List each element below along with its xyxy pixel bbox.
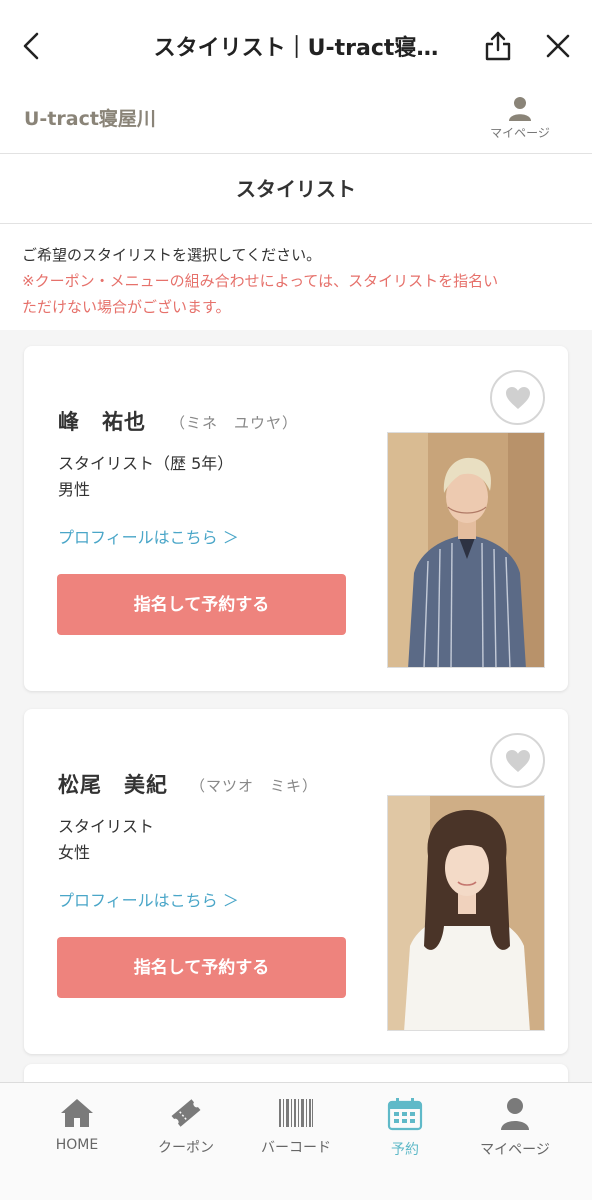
tab-label: クーポン — [158, 1140, 214, 1156]
stylist-card: 峰 祐也 （ミネ ユウヤ） スタイリスト（歴 5年） 男性 プロフィールはこちら… — [24, 346, 568, 691]
stylist-gender: 女性 — [58, 843, 91, 862]
mypage-label: マイページ — [490, 126, 550, 140]
top-nav-bar: スタイリスト｜U-tract寝… — [0, 0, 592, 92]
intro-notice-line2: ただけない場合がございます。 — [22, 298, 231, 316]
close-button[interactable] — [540, 28, 576, 64]
stylist-kana: （ミネ ユウヤ） — [170, 414, 299, 432]
chevron-left-icon — [23, 32, 39, 60]
calendar-icon — [387, 1098, 423, 1131]
stylist-photo[interactable] — [387, 795, 545, 1031]
salon-name[interactable]: U-tract寝屋川 — [24, 104, 156, 131]
heart-icon — [506, 750, 530, 772]
person-icon — [501, 1098, 529, 1130]
mypage-link[interactable]: マイページ — [478, 96, 562, 141]
home-icon — [61, 1099, 93, 1127]
stylist-kana: （マツオ ミキ） — [190, 777, 319, 795]
reserve-button[interactable]: 指名して予約する — [57, 574, 346, 635]
heart-icon — [506, 387, 530, 409]
intro-text: ご希望のスタイリストを選択してください。 ※クーポン・メニューの組み合わせによっ… — [22, 242, 570, 320]
stylist-name: 峰 祐也 — [58, 410, 146, 434]
tab-coupon[interactable]: クーポン — [131, 1097, 241, 1157]
profile-link[interactable]: プロフィールはこちら ＞ — [58, 524, 239, 548]
stylist-name: 松尾 美紀 — [58, 773, 168, 797]
barcode-icon — [279, 1099, 313, 1127]
profile-link[interactable]: プロフィールはこちら ＞ — [58, 887, 239, 911]
tab-label: マイページ — [480, 1142, 550, 1158]
tab-barcode[interactable]: バーコード — [241, 1097, 351, 1157]
tab-home[interactable]: HOME — [22, 1097, 132, 1153]
tab-label: バーコード — [261, 1140, 331, 1156]
salon-header: U-tract寝屋川 マイページ — [0, 92, 592, 154]
stylist-portrait-male — [388, 433, 544, 667]
stylist-gender: 男性 — [58, 480, 91, 499]
stylist-card: 松尾 美紀 （マツオ ミキ） スタイリスト 女性 プロフィールはこちら ＞ 指名… — [24, 709, 568, 1054]
stylist-photo[interactable] — [387, 432, 545, 668]
intro-instruction: ご希望のスタイリストを選択してください。 — [22, 246, 322, 264]
back-button[interactable] — [14, 28, 50, 64]
share-button[interactable] — [480, 28, 516, 64]
favorite-button[interactable] — [490, 733, 545, 788]
favorite-button[interactable] — [490, 370, 545, 425]
close-icon — [546, 34, 570, 58]
ticket-icon — [171, 1099, 201, 1127]
tab-label: 予約 — [391, 1142, 419, 1158]
person-icon — [509, 97, 531, 121]
tab-label: HOME — [55, 1137, 99, 1153]
stylist-role: スタイリスト — [58, 817, 155, 836]
section-title: スタイリスト — [0, 154, 592, 224]
bottom-tab-bar: HOME クーポン バーコード 予約 マイページ — [0, 1082, 592, 1200]
share-icon — [485, 31, 511, 61]
stylist-portrait-female — [388, 796, 544, 1030]
stylist-card — [24, 1064, 568, 1082]
stylist-list: 峰 祐也 （ミネ ユウヤ） スタイリスト（歴 5年） 男性 プロフィールはこちら… — [0, 330, 592, 1082]
tab-mypage[interactable]: マイページ — [460, 1097, 570, 1159]
intro-notice-line1: ※クーポン・メニューの組み合わせによっては、スタイリストを指名い — [22, 272, 499, 290]
tab-reservation[interactable]: 予約 — [350, 1097, 460, 1159]
page-title: スタイリスト｜U-tract寝… — [153, 36, 439, 61]
reserve-button[interactable]: 指名して予約する — [57, 937, 346, 998]
stylist-role: スタイリスト（歴 5年） — [58, 454, 234, 473]
